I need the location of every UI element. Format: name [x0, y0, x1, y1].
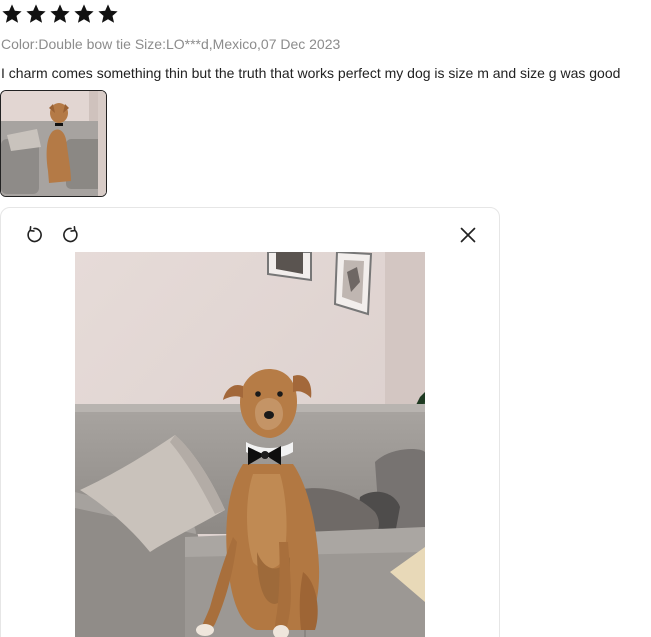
close-viewer-button[interactable] — [455, 222, 481, 248]
star-icon — [50, 4, 70, 23]
star-icon — [2, 4, 22, 23]
dog-on-sofa-image — [75, 252, 425, 637]
star-icon — [98, 4, 118, 23]
rotate-left-icon — [27, 226, 42, 243]
star-icon — [74, 4, 94, 23]
close-icon — [460, 227, 476, 243]
dog-photo-thumbnail-image — [1, 91, 106, 196]
wall-frame — [267, 252, 312, 282]
review-text: I charm comes something thin but the tru… — [1, 65, 621, 81]
photo-viewer — [0, 207, 500, 637]
review-photo-thumbnail[interactable] — [0, 90, 107, 197]
rotate-right-button[interactable] — [58, 222, 84, 248]
rotate-left-button[interactable] — [21, 222, 47, 248]
review-photo-large — [75, 252, 425, 637]
review-item: Color:Double bow tie Size:LO***d,Mexico,… — [0, 0, 651, 637]
review-meta: Color:Double bow tie Size:LO***d,Mexico,… — [1, 36, 341, 52]
star-rating — [1, 3, 119, 27]
wall-frame — [333, 252, 373, 316]
star-icon — [26, 4, 46, 23]
rotate-right-icon — [63, 226, 78, 243]
